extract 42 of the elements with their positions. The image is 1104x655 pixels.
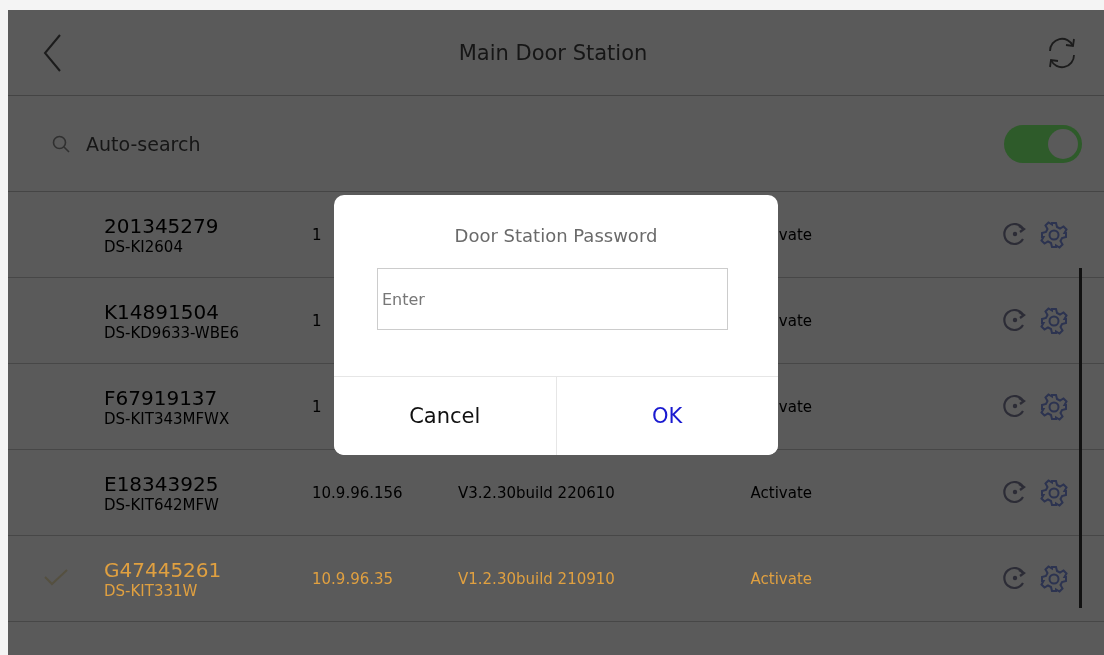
device-ip: 10.9.96.35 [312,570,394,588]
device-firmware: V1.2.30build 210910 [458,570,615,588]
device-firmware: V3.2.30build 220610 [458,484,615,502]
settings-icon[interactable] [1040,306,1068,335]
device-model: DS-KIT343MFWX [104,409,231,428]
device-model: DS-KIT331W [104,581,199,600]
circular-arrow-icon[interactable] [1002,220,1028,247]
scrollbar[interactable] [1079,268,1082,608]
dialog-title: Door Station Password [453,225,659,246]
device-status: vate [778,225,812,244]
page-title: Main Door Station [458,40,648,65]
device-status: Activate [750,483,812,502]
password-field[interactable]: Enter [377,268,728,330]
device-serial: G47445261 [104,557,223,582]
back-icon[interactable] [42,32,62,73]
device-status: vate [778,397,812,416]
device-model: DS-KI2604 [104,237,184,256]
confirm-button[interactable]: OK [555,377,778,455]
device-serial: K14891504 [104,299,220,324]
device-status: vate [778,311,812,330]
circular-arrow-icon[interactable] [1002,478,1028,505]
settings-icon[interactable] [1040,564,1068,593]
search-icon [52,134,70,153]
device-serial: 201345279 [104,213,220,238]
device-ip: 1 [312,312,322,330]
auto-search-toggle[interactable] [1004,124,1082,163]
device-status: Activate [750,569,812,588]
device-model: DS-KIT642MFW [104,495,220,514]
checkmark-icon [43,566,69,587]
device-serial: E18343925 [104,471,220,496]
device-ip: 1 [312,398,322,416]
device-ip: 10.9.96.156 [312,484,403,502]
circular-arrow-icon[interactable] [1002,306,1028,333]
device-ip: 1 [312,226,322,244]
circular-arrow-icon[interactable] [1002,564,1028,591]
circular-arrow-icon[interactable] [1002,392,1028,419]
device-model: DS-KD9633-WBE6 [104,323,240,342]
device-serial: F67919137 [104,385,219,410]
settings-icon[interactable] [1040,392,1068,421]
settings-icon[interactable] [1040,220,1068,249]
settings-icon[interactable] [1040,478,1068,507]
auto-search-label: Auto-search [86,132,201,155]
